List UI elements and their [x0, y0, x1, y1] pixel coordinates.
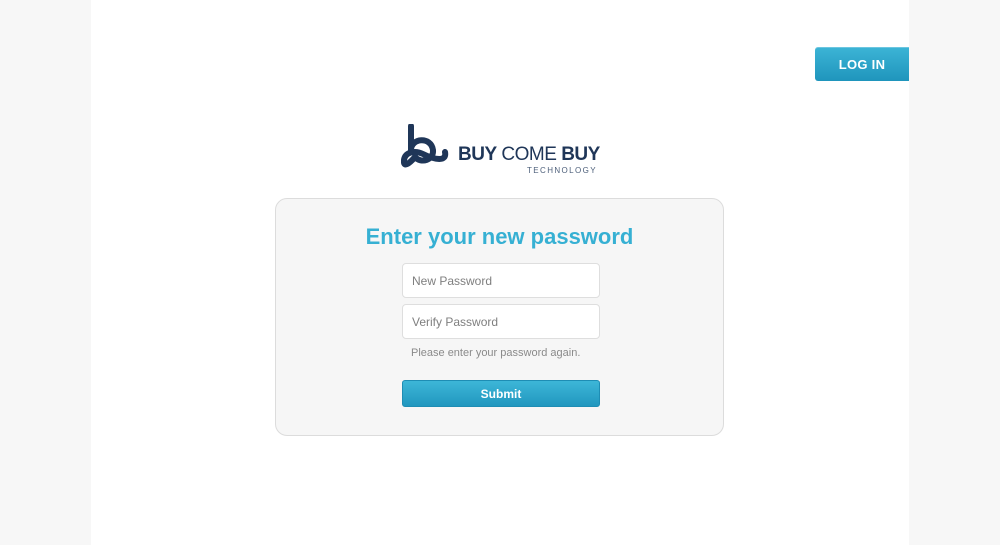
login-button-label: LOG IN [838, 56, 886, 72]
brand-name-part-1: BUY [458, 144, 497, 165]
new-password-input[interactable] [402, 263, 600, 298]
brand-subtitle: TECHNOLOGY [527, 166, 598, 175]
submit-button-label: Submit [480, 386, 522, 401]
submit-button[interactable]: Submit [402, 380, 600, 407]
verify-password-hint: Please enter your password again. [411, 347, 581, 359]
reset-password-card: Enter your new password Please enter you… [275, 198, 724, 436]
form-title: Enter your new password [365, 224, 634, 249]
verify-password-input[interactable] [402, 304, 600, 339]
login-button[interactable]: LOG IN [815, 47, 909, 81]
brand-name-part-2: COME [496, 144, 562, 165]
brand-logo: BUY COME BUY TECHNOLOGY [401, 124, 611, 176]
brand-name-part-3: BUY [561, 144, 600, 165]
brand-name: BUY COME BUY [458, 144, 600, 166]
buycomebuy-logo-mark-icon [401, 124, 449, 168]
